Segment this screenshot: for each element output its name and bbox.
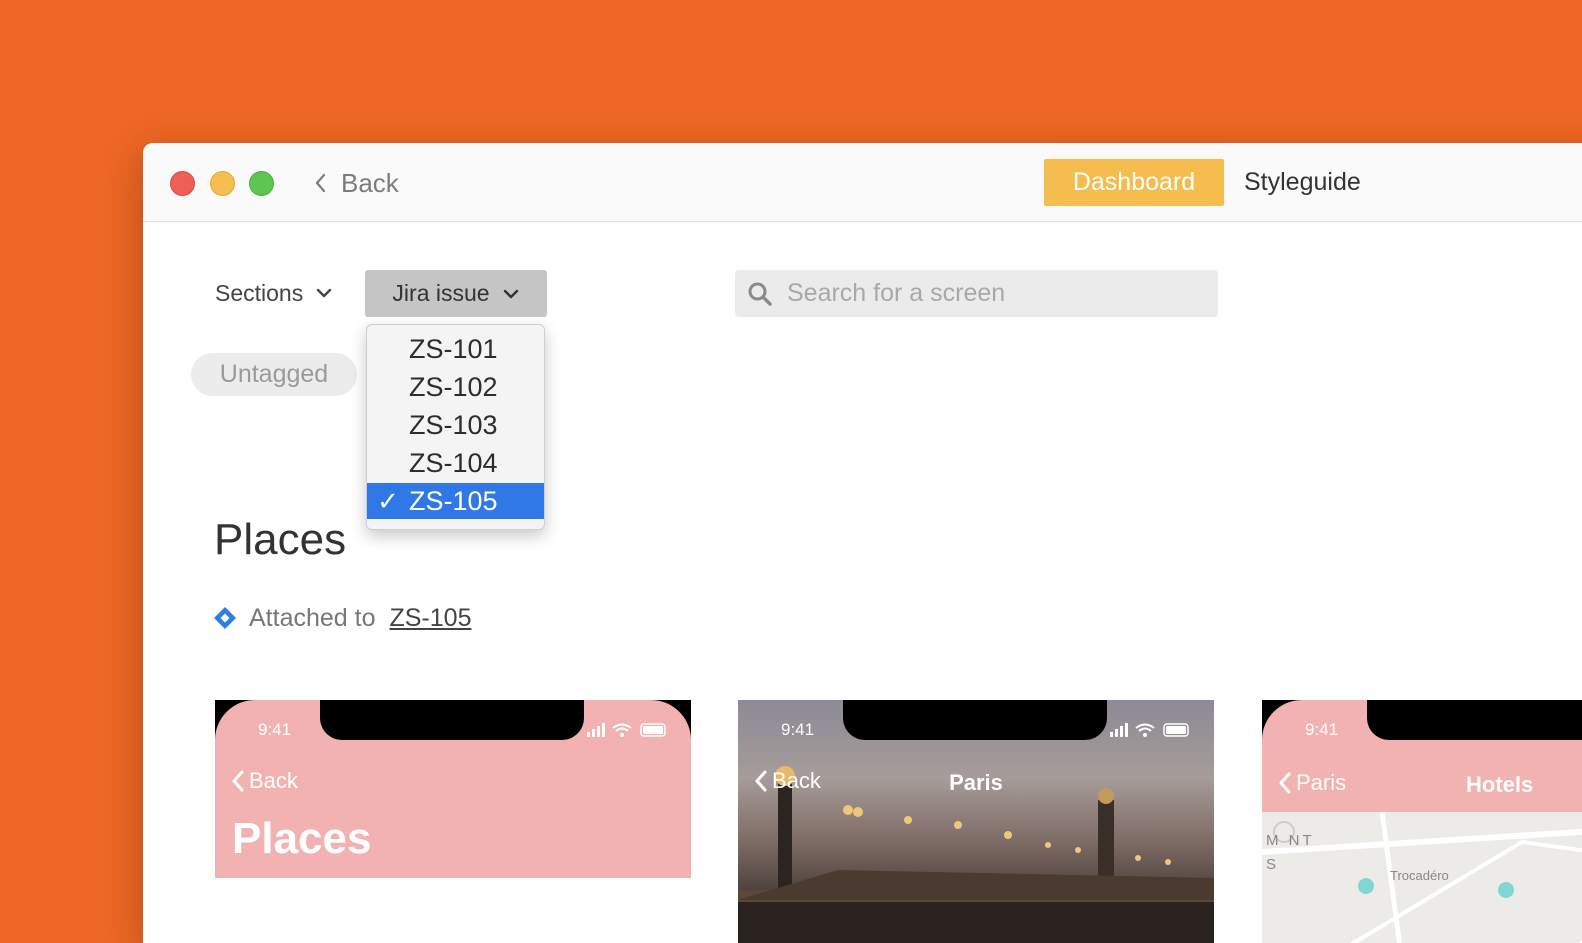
screen-back-button: Paris — [1278, 770, 1346, 796]
tab-styleguide[interactable]: Styleguide — [1244, 159, 1361, 206]
close-window-button[interactable] — [170, 171, 195, 196]
jira-issue-label: Jira issue — [392, 280, 490, 306]
dropdown-item-zs-105[interactable]: ✓ ZS-105 — [367, 483, 544, 519]
jira-icon — [214, 607, 236, 629]
screen-back-button: Back — [231, 768, 298, 794]
search-icon — [748, 282, 772, 306]
back-label: Back — [341, 167, 399, 198]
attached-issue-line: Attached to ZS-105 — [213, 602, 471, 634]
dropdown-item-zs-101[interactable]: ZS-101 — [367, 331, 544, 367]
phone-notch — [1367, 700, 1582, 740]
tab-dashboard[interactable]: Dashboard — [1044, 159, 1224, 206]
status-time: 9:41 — [781, 720, 815, 739]
screen-title: Paris — [949, 770, 1003, 795]
status-time: 9:41 — [1305, 720, 1339, 739]
search-box[interactable] — [735, 270, 1218, 317]
search-input[interactable] — [785, 278, 1189, 309]
chevron-left-icon — [1279, 772, 1291, 794]
minimize-window-button[interactable] — [210, 171, 235, 196]
status-icons — [1110, 723, 1189, 737]
zoom-window-button[interactable] — [249, 171, 274, 196]
checkmark-icon: ✓ — [377, 485, 399, 516]
screen-title: Hotels — [1466, 772, 1534, 797]
chevron-down-icon — [317, 288, 332, 298]
attached-issue-link[interactable]: ZS-105 — [389, 604, 471, 633]
sections-filter[interactable]: Sections — [215, 277, 333, 309]
screen-title: Places — [232, 814, 372, 863]
title-bar: Back Dashboard Styleguide — [143, 143, 1582, 222]
section-title: Places — [214, 515, 347, 564]
sections-label: Sections — [215, 279, 304, 306]
jira-issue-dropdown: ZS-101 ZS-102 ZS-103 ZS-104 ✓ ZS-105 — [366, 324, 545, 530]
chevron-left-icon — [232, 770, 244, 792]
map-label: M NT — [1266, 832, 1315, 849]
chevron-down-icon — [503, 289, 518, 298]
phone-notch — [320, 700, 584, 740]
app-window: Back Dashboard Styleguide Sections Jira … — [143, 143, 1582, 943]
map-label: Trocadéro — [1390, 868, 1449, 883]
jira-issue-filter[interactable]: Jira issue — [365, 270, 547, 317]
screen-card-hotels[interactable]: M NT S Trocadéro 9:41 Paris Hotels — [1262, 700, 1582, 943]
screen-card-paris[interactable]: 9:41 Back Paris — [738, 700, 1214, 943]
dropdown-item-zs-104[interactable]: ZS-104 — [367, 445, 544, 481]
dropdown-item-zs-102[interactable]: ZS-102 — [367, 369, 544, 405]
chevron-left-icon — [315, 173, 326, 193]
attached-prefix: Attached to — [249, 603, 376, 632]
map-view: M NT S Trocadéro — [1262, 811, 1582, 943]
back-button[interactable]: Back — [313, 167, 399, 199]
dropdown-item-zs-103[interactable]: ZS-103 — [367, 407, 544, 443]
phone-notch — [843, 700, 1107, 740]
status-icons — [587, 723, 666, 737]
map-label: S — [1266, 856, 1277, 873]
tag-untagged[interactable]: Untagged — [191, 353, 357, 396]
screen-card-places[interactable]: 9:41 Back Places — [215, 700, 691, 943]
status-time: 9:41 — [258, 720, 292, 739]
